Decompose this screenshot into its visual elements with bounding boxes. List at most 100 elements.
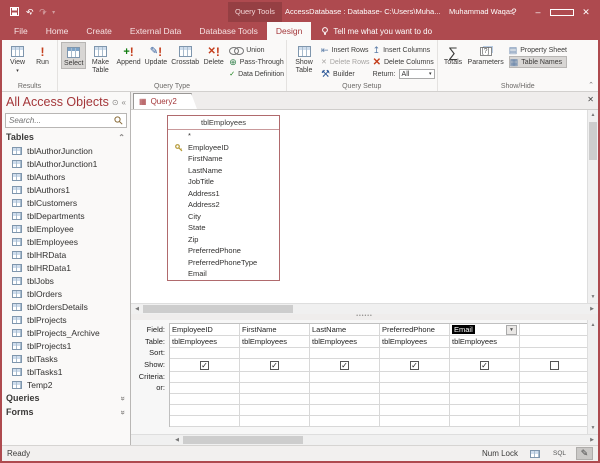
sort-cell[interactable] — [450, 348, 520, 359]
field-cell-selected[interactable]: Email ▼ — [450, 324, 520, 336]
nav-menu-icon[interactable]: ⊙ — [112, 98, 119, 107]
nav-search-box[interactable] — [5, 113, 127, 128]
field-list-item[interactable]: LastName — [168, 165, 279, 177]
maximize-button[interactable] — [550, 2, 574, 22]
scroll-thumb[interactable] — [589, 122, 597, 160]
field-list-item[interactable]: Email — [168, 268, 279, 280]
empty-cell[interactable] — [240, 394, 310, 405]
close-button[interactable]: ✕ — [574, 2, 598, 22]
update-button[interactable]: ✎! Update — [143, 42, 170, 67]
field-cell[interactable]: LastName — [310, 324, 380, 336]
empty-cell[interactable] — [450, 416, 520, 427]
selected-field-text[interactable]: Email — [452, 325, 475, 334]
expand-queries-icon[interactable]: » — [118, 396, 127, 400]
nav-item[interactable]: tblEmployee — [2, 222, 130, 235]
criteria-cell[interactable] — [380, 372, 450, 383]
criteria-cell[interactable] — [450, 372, 520, 383]
parameters-button[interactable]: [?] Parameters — [466, 42, 506, 67]
redo-button[interactable]: ↷▾ — [39, 7, 45, 18]
sort-cell[interactable] — [170, 348, 240, 359]
show-cell[interactable] — [240, 359, 310, 372]
nav-item[interactable]: tblDepartments — [2, 209, 130, 222]
empty-cell[interactable] — [520, 394, 590, 405]
scroll-thumb[interactable] — [143, 305, 293, 313]
view-dropdown-icon[interactable]: ▾ — [16, 67, 19, 75]
or-cell[interactable] — [520, 383, 590, 394]
run-button[interactable]: ! Run — [30, 42, 55, 67]
show-checkbox[interactable] — [550, 361, 559, 370]
empty-cell[interactable] — [310, 405, 380, 416]
show-checkbox[interactable] — [410, 361, 419, 370]
datasheet-view-button[interactable] — [526, 447, 543, 460]
pin-icon[interactable]: ⌃ — [118, 133, 125, 142]
nav-item[interactable]: tblJobs — [2, 274, 130, 287]
criteria-cell[interactable] — [170, 372, 240, 383]
insert-columns-button[interactable]: ↥Insert Columns — [373, 44, 435, 56]
field-list-item[interactable]: PreferredPhone — [168, 245, 279, 257]
field-cell[interactable]: PreferredPhone — [380, 324, 450, 336]
minimize-button[interactable]: – — [526, 2, 550, 22]
nav-item[interactable]: tblProjects_Archive — [2, 326, 130, 339]
show-checkbox[interactable] — [340, 361, 349, 370]
criteria-cell[interactable] — [310, 372, 380, 383]
tell-me-box[interactable]: Tell me what you want to do — [321, 22, 432, 40]
show-cell[interactable] — [380, 359, 450, 372]
field-cell[interactable] — [520, 324, 590, 336]
nav-section-queries[interactable]: Queries » — [2, 391, 130, 405]
field-dropdown-icon[interactable]: ▼ — [506, 325, 517, 335]
nav-section-tables[interactable]: Tables ⌃ — [2, 130, 130, 144]
tab-external-data[interactable]: External Data — [121, 22, 191, 40]
nav-item[interactable]: Temp2 — [2, 378, 130, 391]
query-design-surface[interactable]: tblEmployees * EmployeeID FirstName Last… — [131, 109, 598, 303]
nav-item[interactable]: tblProjects — [2, 313, 130, 326]
scroll-right-icon[interactable]: ▶ — [586, 435, 598, 445]
query-document-tab[interactable]: ▦ Query2 — [133, 93, 192, 109]
empty-cell[interactable] — [520, 416, 590, 427]
field-list-item[interactable]: Address1 — [168, 188, 279, 200]
field-list-item[interactable]: EmployeeID — [168, 142, 279, 154]
pass-through-button[interactable]: ⊕Pass-Through — [229, 56, 284, 68]
sql-view-button[interactable]: SQL — [551, 447, 568, 460]
select-query-button[interactable]: Select — [61, 42, 86, 69]
scroll-down-icon[interactable]: ▼ — [588, 292, 598, 303]
nav-item[interactable]: tblHRData — [2, 248, 130, 261]
delete-rows-button[interactable]: ✕Delete Rows — [321, 56, 370, 68]
field-cell[interactable]: EmployeeID — [170, 324, 240, 336]
grid-vertical-scrollbar[interactable]: ▲ ▼ — [587, 320, 598, 434]
delete-query-button[interactable]: ✕! Delete — [201, 42, 226, 67]
field-list-item[interactable]: PreferredPhoneType — [168, 257, 279, 269]
table-cell[interactable]: tblEmployees — [380, 336, 450, 348]
empty-cell[interactable] — [310, 416, 380, 427]
empty-cell[interactable] — [520, 405, 590, 416]
nav-item[interactable]: tblAuthorJunction — [2, 144, 130, 157]
property-sheet-button[interactable]: ▤Property Sheet — [509, 44, 567, 56]
append-button[interactable]: +! Append — [114, 42, 142, 67]
scroll-thumb[interactable] — [183, 436, 303, 444]
show-checkbox[interactable] — [200, 361, 209, 370]
show-cell[interactable] — [450, 359, 520, 372]
field-list-tblemployees[interactable]: tblEmployees * EmployeeID FirstName Last… — [167, 115, 280, 281]
field-list-item[interactable]: * — [168, 130, 279, 142]
field-list-item[interactable]: JobTitle — [168, 176, 279, 188]
criteria-cell[interactable] — [240, 372, 310, 383]
close-document-icon[interactable]: ✕ — [587, 95, 594, 104]
totals-button[interactable]: ∑ Totals — [441, 42, 466, 67]
empty-cell[interactable] — [450, 405, 520, 416]
field-list-item[interactable]: FirstName — [168, 153, 279, 165]
show-cell[interactable] — [520, 359, 590, 372]
return-dropdown-icon[interactable]: ▾ — [429, 71, 432, 77]
or-cell[interactable] — [170, 383, 240, 394]
save-icon[interactable] — [10, 7, 19, 18]
scroll-right-icon[interactable]: ▶ — [586, 304, 598, 314]
or-cell[interactable] — [310, 383, 380, 394]
crosstab-button[interactable]: Crosstab — [169, 42, 201, 67]
scroll-track[interactable] — [293, 304, 586, 314]
scroll-left-icon[interactable]: ◀ — [171, 435, 183, 445]
union-button[interactable]: Union — [229, 44, 284, 56]
nav-item[interactable]: tblOrdersDetails — [2, 300, 130, 313]
table-cell[interactable]: tblEmployees — [310, 336, 380, 348]
nav-item[interactable]: tblCustomers — [2, 196, 130, 209]
empty-cell[interactable] — [310, 394, 380, 405]
field-list-title[interactable]: tblEmployees — [168, 116, 279, 130]
table-cell[interactable]: tblEmployees — [450, 336, 520, 348]
